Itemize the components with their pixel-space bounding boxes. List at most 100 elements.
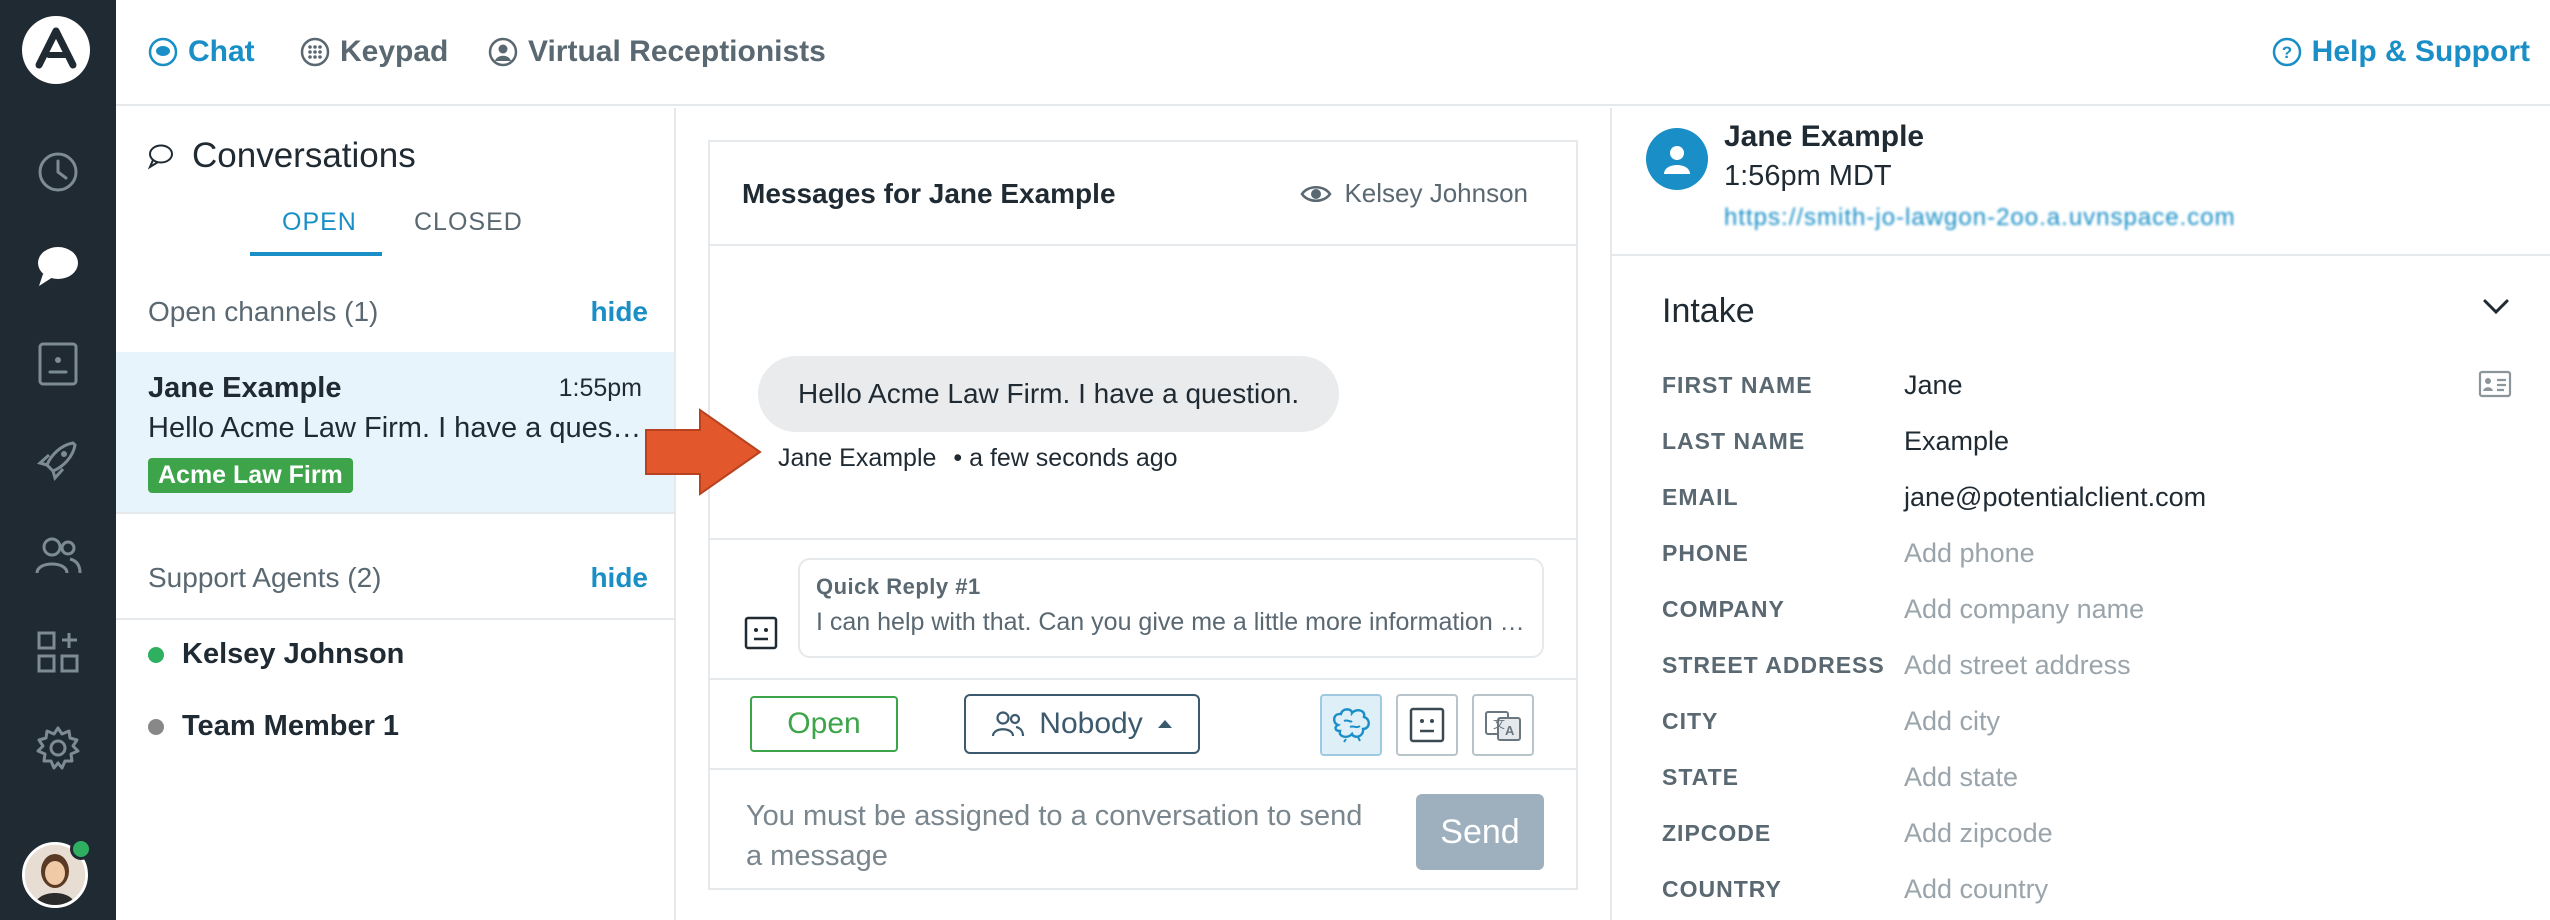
chat-icon — [148, 37, 178, 67]
agent-name: Kelsey Johnson — [182, 638, 405, 670]
state-field[interactable]: Add state — [1904, 762, 2018, 793]
tab-chat[interactable]: Chat — [148, 28, 255, 76]
field-label: STREET ADDRESS — [1662, 652, 1885, 678]
left-rail — [0, 0, 116, 920]
message-meta: Jane Example • a few seconds ago — [778, 444, 1178, 473]
rocket-icon[interactable] — [32, 434, 84, 486]
agent-name: Team Member 1 — [182, 710, 400, 742]
people-icon — [992, 711, 1025, 737]
team-icon[interactable] — [32, 530, 84, 582]
open-channels-header: Open channels (1) hide — [148, 296, 648, 328]
quick-reply-label: Quick Reply #1 — [816, 574, 981, 599]
send-button[interactable]: Send — [1416, 794, 1544, 870]
svg-text:?: ? — [2281, 43, 2291, 62]
message-bubble: Hello Acme Law Firm. I have a question. — [758, 356, 1340, 432]
assignee-label: Nobody — [1039, 707, 1143, 740]
messages-panel: Messages for Jane Example Kelsey Johnson… — [708, 140, 1578, 890]
support-agents-label: Support Agents (2) — [148, 562, 382, 593]
conversations-header: Conversations — [146, 136, 416, 176]
field-label: COUNTRY — [1662, 876, 1782, 902]
receptionist-icon — [488, 37, 518, 67]
chat-icon[interactable] — [32, 240, 84, 292]
divider — [710, 678, 1576, 680]
quick-reply-text: I can help with that. Can you give me a … — [816, 608, 1526, 636]
online-status-dot — [148, 646, 164, 663]
help-icon: ? — [2272, 37, 2301, 67]
speech-bubble-icon — [147, 144, 173, 170]
divider — [116, 512, 674, 514]
ai-assist-button[interactable] — [1320, 694, 1382, 756]
quick-reply-suggestion[interactable]: Quick Reply #1 I can help with that. Can… — [798, 558, 1544, 658]
gear-icon[interactable] — [32, 722, 84, 774]
apps-icon[interactable] — [32, 626, 84, 678]
field-label: PHONE — [1662, 540, 1749, 566]
online-status-dot — [70, 838, 92, 860]
divider — [116, 618, 674, 620]
zipcode-field[interactable]: Add zipcode — [1904, 818, 2053, 849]
translate-button[interactable]: 文A — [1472, 694, 1534, 756]
quick-reply-template-icon[interactable] — [744, 616, 778, 655]
field-label: FIRST NAME — [1662, 372, 1813, 398]
help-support-link[interactable]: ? Help & Support — [2272, 28, 2530, 76]
open-channels-label: Open channels (1) — [148, 296, 379, 327]
first-name-field[interactable]: Jane — [1904, 370, 1963, 401]
country-field[interactable]: Add country — [1904, 874, 2048, 905]
top-nav: Chat Keypad Virtual Receptionists ? Help… — [116, 0, 2550, 106]
organization-tag: Acme Law Firm — [148, 458, 353, 493]
contact-panel: Jane Example 1:56pm MDT https://smith-jo… — [1610, 108, 2550, 920]
tab-open[interactable]: OPEN — [282, 208, 357, 237]
hide-open-channels-link[interactable]: hide — [590, 296, 648, 328]
field-label: LAST NAME — [1662, 428, 1806, 454]
contact-avatar-icon — [1646, 128, 1708, 190]
conversations-panel: Conversations OPEN CLOSED Open channels … — [116, 108, 676, 920]
conversation-name: Jane Example — [148, 372, 342, 404]
message-sender: Jane Example — [778, 444, 937, 472]
caret-up-icon — [1157, 720, 1172, 728]
hide-support-agents-link[interactable]: hide — [590, 562, 648, 594]
messages-header: Messages for Jane Example Kelsey Johnson — [710, 142, 1576, 246]
intake-title: Intake — [1662, 292, 1755, 330]
assignee-dropdown[interactable]: Nobody — [964, 694, 1200, 754]
tab-keypad[interactable]: Keypad — [300, 28, 448, 76]
field-label: COMPANY — [1662, 596, 1785, 622]
company-field[interactable]: Add company name — [1904, 594, 2144, 625]
street-address-field[interactable]: Add street address — [1904, 650, 2131, 681]
conversations-title: Conversations — [192, 136, 416, 175]
message-compose-input[interactable]: You must be assigned to a conversation t… — [746, 796, 1386, 876]
template-icon — [1409, 707, 1445, 743]
message-time: • a few seconds ago — [953, 444, 1178, 472]
conversation-item[interactable]: Jane Example 1:55pm Hello Acme Law Firm.… — [116, 352, 674, 512]
conversation-time: 1:55pm — [558, 374, 642, 402]
svg-text:文: 文 — [1493, 716, 1505, 731]
app-logo-icon[interactable] — [22, 16, 90, 84]
field-label: STATE — [1662, 764, 1739, 790]
watcher-indicator: Kelsey Johnson — [1300, 178, 1528, 209]
divider — [710, 768, 1576, 770]
help-label: Help & Support — [2311, 35, 2530, 68]
field-label: CITY — [1662, 708, 1719, 734]
open-status-button[interactable]: Open — [750, 696, 898, 752]
field-label: EMAIL — [1662, 484, 1739, 510]
field-label: ZIPCODE — [1662, 820, 1772, 846]
agent-item[interactable]: Team Member 1 — [148, 710, 399, 743]
keypad-icon — [300, 37, 330, 67]
contact-card-icon[interactable] — [2478, 370, 2512, 403]
contact-source-url[interactable]: https://smith-jo-lawgon-2oo.a.uvnspace.c… — [1724, 204, 2236, 232]
divider — [1612, 254, 2550, 256]
contact-card-icon[interactable] — [32, 338, 84, 390]
tab-label: Keypad — [340, 35, 449, 68]
translate-icon: 文A — [1485, 711, 1521, 741]
city-field[interactable]: Add city — [1904, 706, 2000, 737]
template-button[interactable] — [1396, 694, 1458, 756]
chevron-down-icon[interactable] — [2482, 298, 2510, 321]
last-name-field[interactable]: Example — [1904, 426, 2009, 457]
tab-virtual-receptionists[interactable]: Virtual Receptionists — [488, 28, 826, 76]
history-icon[interactable] — [32, 146, 84, 198]
messages-title: Messages for Jane Example — [742, 178, 1116, 209]
tab-closed[interactable]: CLOSED — [414, 208, 523, 237]
phone-field[interactable]: Add phone — [1904, 538, 2035, 569]
svg-text:A: A — [1505, 723, 1515, 738]
agent-item[interactable]: Kelsey Johnson — [148, 638, 404, 671]
email-field[interactable]: jane@potentialclient.com — [1904, 482, 2206, 513]
watcher-name: Kelsey Johnson — [1344, 178, 1528, 208]
